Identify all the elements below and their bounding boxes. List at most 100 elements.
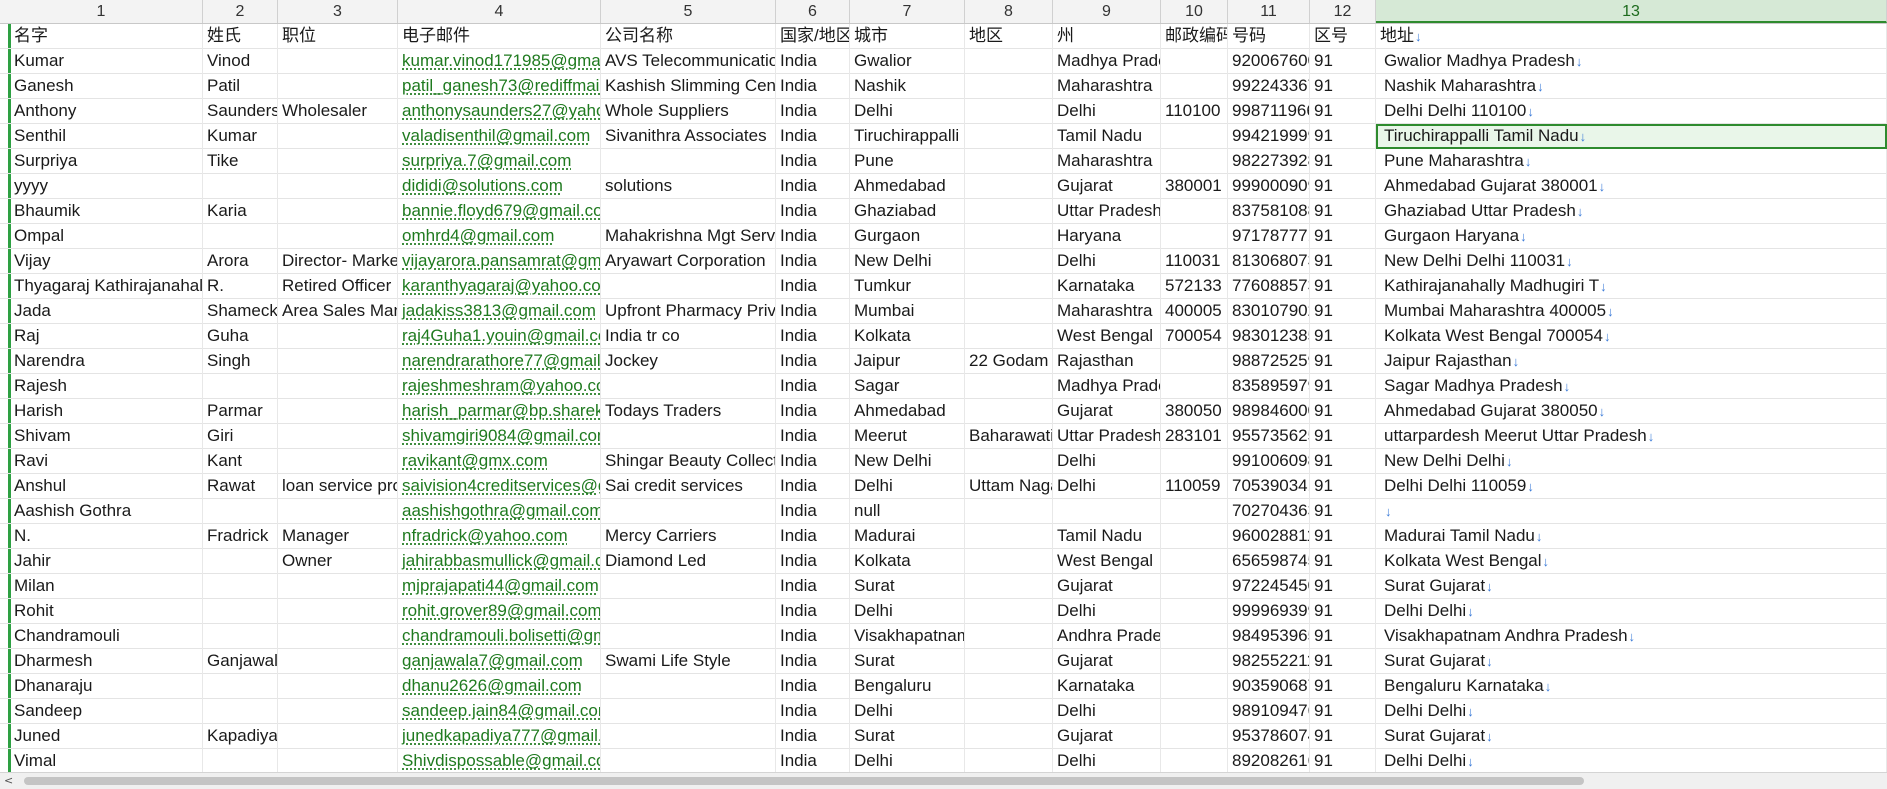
cell-area-code[interactable]: 91 <box>1310 274 1376 299</box>
cell-last-name[interactable] <box>203 174 278 199</box>
cell-address[interactable]: Bengaluru Karnataka↓ <box>1376 674 1887 699</box>
cell-job-title[interactable] <box>278 574 398 599</box>
cell-district[interactable] <box>965 549 1053 574</box>
cell-postal-code[interactable]: 572133 <box>1161 274 1228 299</box>
cell-last-name[interactable] <box>203 549 278 574</box>
cell-address[interactable]: Kathirajanahally Madhugiri T↓ <box>1376 274 1887 299</box>
cell-phone[interactable]: 9999693996 <box>1228 599 1310 624</box>
cell-state[interactable]: Karnataka <box>1053 674 1161 699</box>
cell-country[interactable]: India <box>776 274 850 299</box>
cell-last-name[interactable]: Guha <box>203 324 278 349</box>
cell-phone[interactable]: 9987119664 <box>1228 99 1310 124</box>
cell-phone[interactable]: 9557356258 <box>1228 424 1310 449</box>
cell-area-code[interactable]: 91 <box>1310 74 1376 99</box>
cell-email[interactable]: mjprajapati44@gmail.com <box>398 574 601 599</box>
column-number-8[interactable]: 8 <box>965 0 1053 23</box>
cell-postal-code[interactable]: 380050 <box>1161 399 1228 424</box>
cell-city[interactable]: Madurai <box>850 524 965 549</box>
cell-postal-code[interactable] <box>1161 599 1228 624</box>
column-number-10[interactable]: 10 <box>1161 0 1228 23</box>
cell-postal-code[interactable] <box>1161 149 1228 174</box>
cell-state[interactable]: West Bengal <box>1053 549 1161 574</box>
cell-phone[interactable]: 9035906877 <box>1228 674 1310 699</box>
cell-country[interactable]: India <box>776 524 850 549</box>
cell-phone[interactable]: 9825522119 <box>1228 649 1310 674</box>
cell-area-code[interactable]: 91 <box>1310 449 1376 474</box>
cell-area-code[interactable]: 91 <box>1310 474 1376 499</box>
cell-company[interactable] <box>601 724 776 749</box>
cell-district[interactable] <box>965 674 1053 699</box>
cell-first-name[interactable]: yyyy <box>0 174 203 199</box>
cell-address[interactable]: Delhi Delhi 110100↓ <box>1376 99 1887 124</box>
cell-phone[interactable]: 8301079022 <box>1228 299 1310 324</box>
cell-state[interactable]: Tamil Nadu <box>1053 124 1161 149</box>
cell-company[interactable] <box>601 574 776 599</box>
cell-job-title[interactable] <box>278 499 398 524</box>
cell-last-name[interactable] <box>203 499 278 524</box>
cell-area-code[interactable]: 91 <box>1310 549 1376 574</box>
cell-city[interactable]: New Delhi <box>850 449 965 474</box>
cell-address[interactable]: Surat Gujarat↓ <box>1376 649 1887 674</box>
cell-address[interactable]: Mumbai Maharashtra 400005↓ <box>1376 299 1887 324</box>
cell-country[interactable]: India <box>776 449 850 474</box>
cell-area-code[interactable]: 91 <box>1310 674 1376 699</box>
cell-address[interactable]: Pune Maharashtra↓ <box>1376 149 1887 174</box>
cell-city[interactable]: Surat <box>850 724 965 749</box>
cell-area-code[interactable]: 91 <box>1310 399 1376 424</box>
cell-postal-code[interactable]: 380001 <box>1161 174 1228 199</box>
cell-company[interactable]: Aryawart Corporation <box>601 249 776 274</box>
cell-postal-code[interactable] <box>1161 349 1228 374</box>
cell-address[interactable]: New Delhi Delhi↓ <box>1376 449 1887 474</box>
cell-area-code[interactable]: 91 <box>1310 324 1376 349</box>
cell-email[interactable]: raj4Guha1.youin@gmail.com <box>398 324 601 349</box>
cell-last-name[interactable]: Kapadiya <box>203 724 278 749</box>
cell-city[interactable]: null <box>850 499 965 524</box>
cell-email[interactable]: valadisenthil@gmail.com <box>398 124 601 149</box>
header-cell-job-title[interactable]: 职位 <box>278 24 398 49</box>
header-cell-last-name[interactable]: 姓氏 <box>203 24 278 49</box>
cell-company[interactable]: India tr co <box>601 324 776 349</box>
cell-email[interactable]: harish_parmar@bp.sharekhan.com <box>398 399 601 424</box>
header-cell-city[interactable]: 城市 <box>850 24 965 49</box>
spreadsheet-grid[interactable]: 1 2 3 4 5 6 7 8 9 10 11 12 13 名字 姓氏 职位 电子邮件 公司名称 国家/地区 城市地… <box>0 0 1887 772</box>
cell-company[interactable] <box>601 374 776 399</box>
cell-last-name[interactable]: Fradrick <box>203 524 278 549</box>
cell-state[interactable]: Delhi <box>1053 749 1161 772</box>
cell-city[interactable]: Delhi <box>850 474 965 499</box>
cell-phone[interactable]: 9822739280 <box>1228 149 1310 174</box>
cell-job-title[interactable]: Owner <box>278 549 398 574</box>
cell-address[interactable]: Tiruchirappalli Tamil Nadu↓ <box>1376 124 1887 149</box>
cell-first-name[interactable]: Vijay <box>0 249 203 274</box>
cell-district[interactable] <box>965 249 1053 274</box>
header-cell-company[interactable]: 公司名称 <box>601 24 776 49</box>
cell-area-code[interactable]: 91 <box>1310 374 1376 399</box>
cell-district[interactable] <box>965 299 1053 324</box>
cell-country[interactable]: India <box>776 674 850 699</box>
cell-job-title[interactable] <box>278 49 398 74</box>
cell-first-name[interactable]: Milan <box>0 574 203 599</box>
cell-postal-code[interactable] <box>1161 449 1228 474</box>
cell-first-name[interactable]: Dharmesh <box>0 649 203 674</box>
cell-state[interactable]: Gujarat <box>1053 574 1161 599</box>
cell-postal-code[interactable]: 110031 <box>1161 249 1228 274</box>
cell-company[interactable]: Sai credit services <box>601 474 776 499</box>
cell-email[interactable]: rajeshmeshram@yahoo.co.in <box>398 374 601 399</box>
cell-last-name[interactable] <box>203 674 278 699</box>
cell-country[interactable]: India <box>776 749 850 772</box>
cell-job-title[interactable] <box>278 649 398 674</box>
cell-last-name[interactable]: Ganjawala <box>203 649 278 674</box>
cell-job-title[interactable]: Area Sales Manager <box>278 299 398 324</box>
cell-email[interactable]: dhanu2626@gmail.com <box>398 674 601 699</box>
cell-first-name[interactable]: Dhanaraju <box>0 674 203 699</box>
cell-postal-code[interactable] <box>1161 524 1228 549</box>
cell-district[interactable] <box>965 399 1053 424</box>
cell-postal-code[interactable] <box>1161 624 1228 649</box>
cell-postal-code[interactable] <box>1161 574 1228 599</box>
cell-district[interactable]: 22 Godam <box>965 349 1053 374</box>
column-number-11[interactable]: 11 <box>1228 0 1310 23</box>
cell-district[interactable]: Uttam Nagar <box>965 474 1053 499</box>
cell-state[interactable]: Delhi <box>1053 99 1161 124</box>
cell-postal-code[interactable] <box>1161 699 1228 724</box>
cell-company[interactable] <box>601 199 776 224</box>
cell-last-name[interactable]: Saunders <box>203 99 278 124</box>
